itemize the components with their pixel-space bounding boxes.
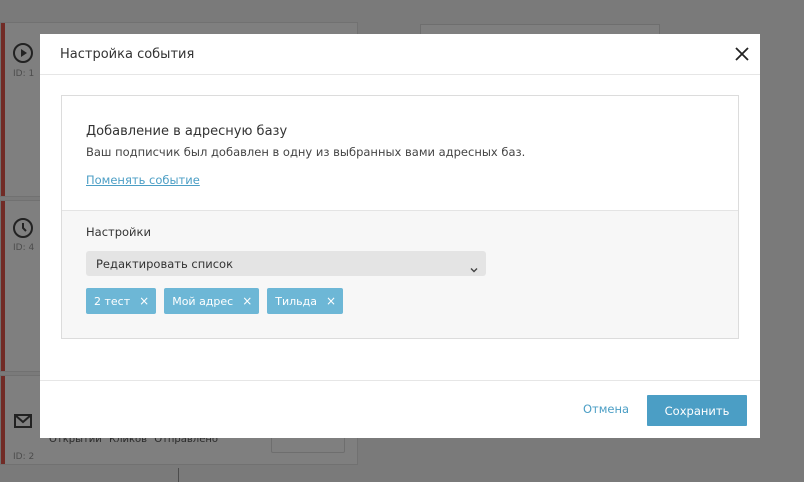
change-event-link[interactable]: Поменять событие [86,173,200,187]
event-title: Добавление в адресную базу [86,124,288,139]
chevron-down-icon [470,259,478,273]
close-icon[interactable] [733,45,751,63]
event-info: Добавление в адресную базу Ваш подписчик… [62,96,738,210]
tag-label: 2 тест [94,294,131,308]
modal-header: Настройка события [40,34,760,75]
settings-label: Настройки [86,225,151,239]
event-settings-modal: Настройка события Добавление в адресную … [40,34,760,438]
list-action-select[interactable]: Редактировать список [86,251,486,276]
save-button[interactable]: Сохранить [647,395,747,426]
remove-tag-icon[interactable]: × [139,295,149,307]
cancel-button[interactable]: Отмена [583,395,629,423]
modal-footer: Отмена Сохранить [40,380,760,438]
event-settings: Настройки Редактировать список 2 тест × … [62,210,738,338]
select-value: Редактировать список [96,256,234,271]
selected-lists: 2 тест × Мой адрес × Тильда × [86,288,714,314]
event-card: Добавление в адресную базу Ваш подписчик… [61,95,739,339]
list-tag: Мой адрес × [164,288,260,314]
remove-tag-icon[interactable]: × [326,295,336,307]
tag-label: Мой адрес [172,294,234,308]
list-tag: Тильда × [267,288,344,314]
tag-label: Тильда [275,294,318,308]
list-tag: 2 тест × [86,288,157,314]
event-description: Ваш подписчик был добавлен в одну из выб… [86,145,526,159]
remove-tag-icon[interactable]: × [242,295,252,307]
modal-title: Настройка события [60,46,195,62]
